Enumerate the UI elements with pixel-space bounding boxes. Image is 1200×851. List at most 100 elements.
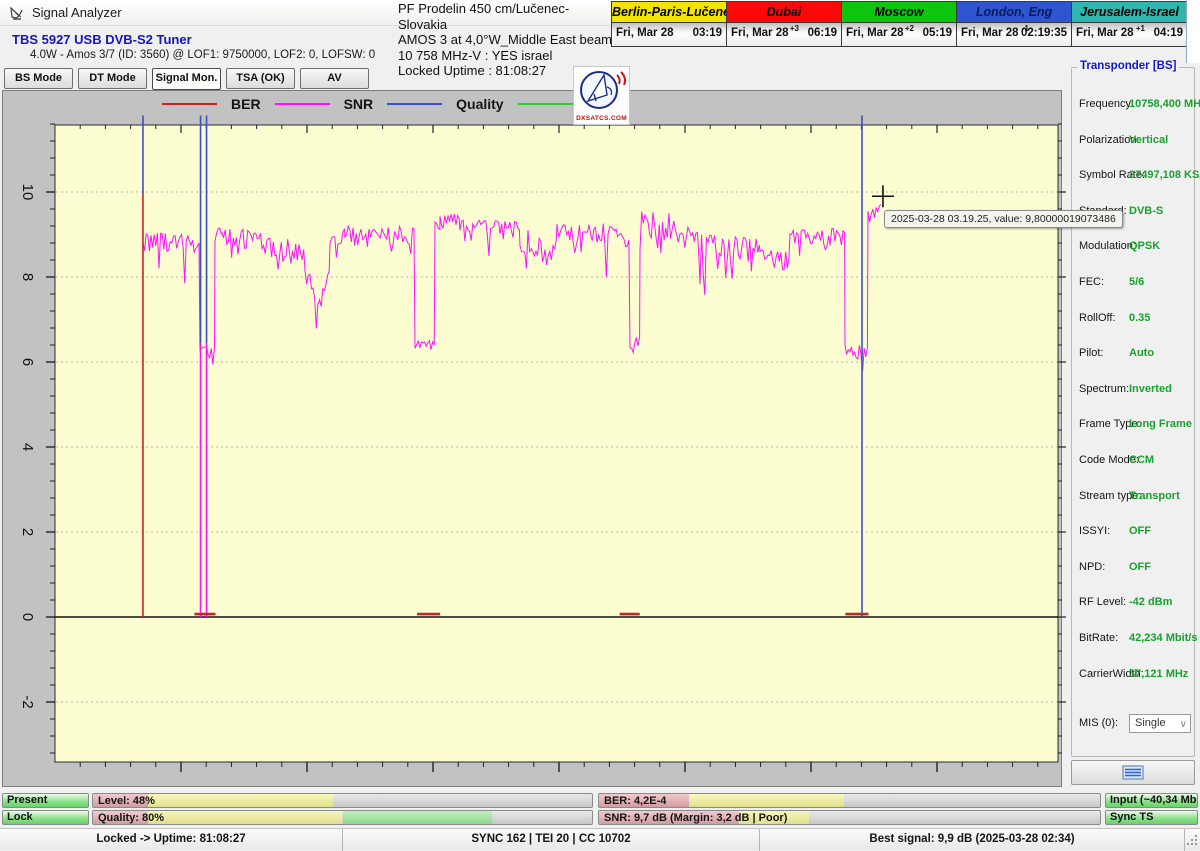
status-box-lock: Lock [2,810,89,825]
clock-utc-offset: +3 [790,24,799,33]
tab-av-stopped-[interactable]: AV (Stopped) [300,68,369,89]
y-axis-tick-label: 0 [16,605,36,629]
transponder-label: Modulation: [1079,240,1136,252]
legend-line-swatch [387,103,442,105]
legend-label: Quality [456,96,503,112]
legend-item-quality: Quality [387,96,503,112]
clock-time: 05:19 [923,27,952,39]
bar-label: SNR: 9,7 dB (Margin: 3,2 dB | Poor) [604,812,787,824]
bar-segment [689,794,844,807]
status-box-present: Present [2,793,89,808]
chart-legend: BERSNRQualityLevel [162,96,622,112]
clock-date: Fri, Mar 28 [961,27,1019,39]
clock-city-label: Berlin-Paris-Lučenec [612,2,726,23]
y-axis-tick-label: 4 [16,435,36,459]
legend-item-snr: SNR [275,96,374,112]
transponder-value: 37,121 MHz [1129,668,1188,680]
clock-dubai: Dubai Fri, Mar 28+3 06:19 [727,2,842,46]
transponder-label: Frequency: [1079,98,1134,110]
transponder-value: Transport [1129,490,1180,502]
transponder-value: 42,234 Mbit/s [1129,632,1197,644]
statusbar-section: Best signal: 9,9 dB (2025-03-28 02:34) [760,829,1185,851]
legend-label: BER [231,96,261,112]
transponder-value: 0.35 [1129,312,1150,324]
legend-line-swatch [162,103,217,105]
clock-city-label: Jerusalem-Israel [1072,2,1187,23]
transponder-value: 10758,400 MHz [1129,98,1200,110]
transponder-value: 5/6 [1129,276,1144,288]
transponder-label: Pilot: [1079,347,1103,359]
statusbar-section: SYNC 162 | TEI 20 | CC 10702 [343,829,760,851]
y-axis-tick-label: -2 [16,690,36,714]
legend-label: SNR [344,96,374,112]
clock-time: 06:19 [808,27,837,39]
transponder-value: Long Frame [1129,418,1192,430]
transponder-label: NPD: [1079,561,1105,573]
clock-city-label: London, Eng [957,2,1071,23]
clock-berlin-paris-lu-enec: Berlin-Paris-Lučenec Fri, Mar 28 03:19 [612,2,727,46]
dxsatcs-logo-text: DXSATCS.COM [574,115,629,122]
tab-dt-mode[interactable]: DT Mode [78,68,147,89]
statusbar-section: Locked -> Uptime: 81:08:27 [0,829,343,851]
legend-line-swatch [518,103,573,105]
transponder-value: Vertical [1129,134,1168,146]
legend-line-swatch [275,103,330,105]
clock-time-row: Fri, Mar 28-102:19:35 [957,23,1071,46]
bar-segment [148,811,343,824]
mode-tabs: BS ModeDT ModeSignal Mon.TSA (OK)AV (Sto… [4,68,369,90]
header-info-line: AMOS 3 at 4,0°W_Middle East beam [398,32,613,48]
clock-city-label: Moscow [842,2,956,23]
bar-segment [148,794,333,807]
stream-list-icon [1122,765,1144,780]
transponder-value: Auto [1129,347,1154,359]
satellite-dish-icon [9,5,25,21]
meter-bar: SNR: 9,7 dB (Margin: 3,2 dB | Poor) [598,810,1101,825]
legend-item-ber: BER [162,96,261,112]
clock-moscow: MoscowFri, Mar 28+205:19 [842,2,957,46]
header-info-line: PF Prodelin 450 cm/Lučenec-Slovakia [398,1,613,32]
clock-time-row: Fri, Mar 28+205:19 [842,23,956,46]
mis-dropdown[interactable]: Single∨ [1129,714,1191,733]
transponder-value: DVB-S [1129,205,1163,217]
chevron-down-icon: ∨ [1180,716,1187,733]
bar-segment [343,811,493,824]
transponder-panel-title: Transponder [BS] [1077,60,1179,72]
tab-tsa-ok-[interactable]: TSA (OK) [226,68,295,89]
bar-label: Level: 48% [98,795,155,807]
transponder-value: -42 dBm [1129,596,1172,608]
header-info-line: 10 758 MHz-V : YES israel [398,48,613,64]
clock-time: 04:19 [1154,27,1183,39]
world-clocks: Berlin-Paris-Lučenec Fri, Mar 28 03:19 Duba… [611,1,1188,47]
clock-time: 03:19 [693,27,722,39]
bar-label: BER: 4,2E-4 [604,795,666,807]
clock-jerusalem-israel: Jerusalem-IsraelFri, Mar 28+104:19 [1072,2,1187,46]
meter-bar: BER: 4,2E-4 [598,793,1101,808]
status-box-right: Sync TS [1105,810,1198,825]
clock-utc-offset: +2 [905,24,914,33]
clock-date: Fri, Mar 28 [616,27,674,39]
tab-signal-mon-[interactable]: Signal Mon. [152,68,221,90]
bar-label: Quality: 80% [98,812,164,824]
transponder-label: RollOff: [1079,312,1115,324]
transponder-label: BitRate: [1079,632,1118,644]
transponder-value: CCM [1129,454,1154,466]
dxsatcs-logo: DXSATCS.COM [573,66,630,125]
y-axis-tick-label: 8 [16,265,36,289]
clock-london-eng: London, EngFri, Mar 28-102:19:35 [957,2,1072,46]
tab-bs-mode[interactable]: BS Mode [4,68,73,89]
transponder-action-button[interactable] [1071,760,1195,785]
clock-time-row: Fri, Mar 28 03:19 [612,23,726,46]
transponder-value: OFF [1129,525,1151,537]
transponder-label: FEC: [1079,276,1104,288]
y-axis-tick-label: 6 [16,350,36,374]
clock-city-label: Dubai [727,2,841,23]
clock-time: 02:19:35 [1021,27,1067,39]
transponder-value: 27497,108 KS/s [1129,169,1200,181]
clock-date: Fri, Mar 28 [731,27,789,39]
transponder-value: Inverted [1129,383,1172,395]
resize-grip[interactable] [1185,833,1199,847]
tuner-name: TBS 5927 USB DVB-S2 Tuner [12,32,192,47]
chart-tooltip: 2025-03-28 03.19.25, value: 9,8000001907… [884,210,1123,228]
transponder-label: ISSYI: [1079,525,1110,537]
clock-time-row: Fri, Mar 28+104:19 [1072,23,1187,46]
